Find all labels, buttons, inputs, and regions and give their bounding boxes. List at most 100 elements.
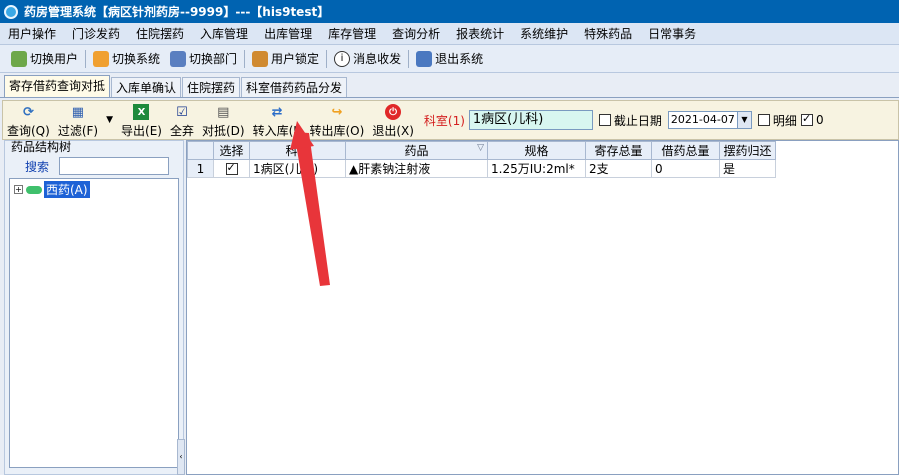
tab-bar: 寄存借药查询对抵 入库单确认 住院摆药 科室借药药品分发 bbox=[0, 75, 899, 98]
exit-label: 退出(X) bbox=[372, 124, 414, 138]
offset-button[interactable]: ▤ 对抵(D) bbox=[198, 101, 249, 139]
menu-outpatient[interactable]: 门诊发药 bbox=[64, 23, 128, 45]
panel-collapse-button[interactable]: ‹ bbox=[177, 439, 185, 475]
tree-search: 搜索 bbox=[5, 155, 183, 177]
divider bbox=[326, 49, 328, 68]
messages-button[interactable]: i 消息收发 bbox=[329, 47, 406, 71]
query-button[interactable]: ⟳ 查询(Q) bbox=[3, 101, 54, 139]
tab-inpatient-dispense[interactable]: 住院摆药 bbox=[182, 77, 241, 97]
tree-search-input[interactable] bbox=[59, 157, 169, 175]
col-borrow-total[interactable]: 借药总量 bbox=[651, 141, 720, 160]
excel-icon: X bbox=[133, 104, 150, 120]
dept-field[interactable]: 1病区(儿科) bbox=[468, 110, 593, 130]
tab-deposit-borrow-query[interactable]: 寄存借药查询对抵 bbox=[4, 75, 111, 97]
exit-door-icon bbox=[416, 50, 433, 67]
filter-dropdown[interactable]: ▼ bbox=[102, 101, 117, 139]
switch-user-button[interactable]: 切换用户 bbox=[6, 47, 83, 71]
menu-stock-in[interactable]: 入库管理 bbox=[192, 23, 256, 45]
messages-label: 消息收发 bbox=[353, 52, 402, 66]
col-spec[interactable]: 规格 bbox=[487, 141, 586, 160]
user-lock-icon bbox=[252, 50, 269, 67]
export-label: 导出(E) bbox=[121, 124, 162, 138]
power-icon: ⏻ bbox=[385, 104, 402, 120]
pill-icon bbox=[26, 185, 42, 194]
divider bbox=[85, 49, 87, 68]
tab-dept-borrow-distribute[interactable]: 科室借药药品分发 bbox=[241, 77, 348, 97]
cell-drug: ▲肝素钠注射液 bbox=[345, 159, 488, 178]
switch-system-icon bbox=[93, 50, 110, 67]
data-grid: 选择 科室 药品 规格 寄存总量 借药总量 摆药归还 1 1病区(儿科) ▲肝素… bbox=[186, 140, 899, 475]
menu-stock-out[interactable]: 出库管理 bbox=[256, 23, 320, 45]
detail-checkbox[interactable] bbox=[757, 114, 770, 126]
results-table: 选择 科室 药品 规格 寄存总量 借药总量 摆药归还 1 1病区(儿科) ▲肝素… bbox=[187, 141, 776, 178]
tab-stock-in-confirm[interactable]: 入库单确认 bbox=[111, 77, 182, 97]
query-label: 查询(Q) bbox=[7, 124, 50, 138]
select-all-label: 全弃 bbox=[169, 124, 194, 138]
search-label: 搜索 bbox=[25, 159, 50, 174]
row-select-checkbox[interactable] bbox=[225, 161, 238, 175]
to-stock-out-button[interactable]: ↪ 转出库(O) bbox=[306, 101, 369, 139]
offset-label: 对抵(D) bbox=[201, 124, 245, 138]
exit-button[interactable]: ⏻ 退出(X) bbox=[368, 101, 418, 139]
switch-dept-label: 切换部门 bbox=[189, 52, 238, 66]
col-select[interactable]: 选择 bbox=[213, 141, 250, 160]
document-icon: ▤ bbox=[217, 104, 230, 120]
filter-button[interactable]: ▦ 过滤(F) bbox=[54, 101, 102, 139]
switch-system-button[interactable]: 切换系统 bbox=[88, 47, 165, 71]
menu-user-ops[interactable]: 用户操作 bbox=[0, 23, 64, 45]
lock-user-button[interactable]: 用户锁定 bbox=[247, 47, 324, 71]
tree-node-western[interactable]: + 西药(A) bbox=[10, 179, 178, 200]
filter-label: 过滤(F) bbox=[57, 124, 99, 138]
menu-maintenance[interactable]: 系统维护 bbox=[512, 23, 576, 45]
zero-checkbox[interactable] bbox=[800, 112, 813, 126]
cutoff-date-checkbox[interactable] bbox=[598, 114, 611, 126]
dropdown-arrow-icon: ▼ bbox=[106, 115, 114, 125]
transfer-in-icon: ⇄ bbox=[271, 104, 283, 120]
menu-reports[interactable]: 报表统计 bbox=[448, 23, 512, 45]
to-stock-in-button[interactable]: ⇄ 转入库(I) bbox=[249, 101, 306, 139]
switch-dept-button[interactable]: 切换部门 bbox=[165, 47, 242, 71]
expand-icon[interactable]: + bbox=[14, 185, 23, 194]
menu-query[interactable]: 查询分析 bbox=[384, 23, 448, 45]
table-header-row: 选择 科室 药品 规格 寄存总量 借药总量 摆药归还 bbox=[187, 141, 776, 160]
to-stock-in-label: 转入库(I) bbox=[252, 124, 302, 138]
menu-special-drugs[interactable]: 特殊药品 bbox=[576, 23, 640, 45]
col-return[interactable]: 摆药归还 bbox=[719, 141, 776, 160]
title-bar: 药房管理系统【病区针剂药房--9999】---【his9test】 bbox=[0, 0, 899, 23]
window-title: 药房管理系统【病区针剂药房--9999】---【his9test】 bbox=[24, 5, 330, 19]
export-button[interactable]: X 导出(E) bbox=[117, 101, 166, 139]
row-number-header bbox=[187, 141, 214, 160]
system-toolbar: 切换用户 切换系统 切换部门 用户锁定 i 消息收发 退出系统 bbox=[0, 45, 899, 73]
to-stock-out-label: 转出库(O) bbox=[309, 124, 365, 138]
divider bbox=[244, 49, 246, 68]
table-row[interactable]: 1 1病区(儿科) ▲肝素钠注射液 1.25万IU:2ml* 2支 0 是 bbox=[187, 159, 776, 178]
info-icon: i bbox=[334, 50, 351, 67]
dept-label: 科室(1) bbox=[423, 113, 465, 128]
date-dropdown-button[interactable]: ▼ bbox=[737, 111, 752, 129]
lock-user-label: 用户锁定 bbox=[271, 52, 320, 66]
menu-daily[interactable]: 日常事务 bbox=[640, 23, 704, 45]
app-icon bbox=[4, 4, 18, 19]
menu-inventory[interactable]: 库存管理 bbox=[320, 23, 384, 45]
cutoff-date-input[interactable]: 2021-04-07 bbox=[667, 111, 738, 129]
panel-title: 药品结构树 bbox=[11, 140, 72, 154]
menu-inpatient[interactable]: 住院摆药 bbox=[128, 23, 192, 45]
users-icon bbox=[11, 50, 27, 67]
exit-system-button[interactable]: 退出系统 bbox=[411, 47, 488, 71]
col-dept[interactable]: 科室 bbox=[249, 141, 346, 160]
row-select-cell[interactable] bbox=[213, 159, 250, 178]
filter-icon: ▦ bbox=[71, 104, 85, 120]
row-number: 1 bbox=[187, 159, 214, 178]
cell-spec: 1.25万IU:2ml* bbox=[487, 159, 586, 178]
cutoff-date-label: 截止日期 bbox=[613, 113, 662, 128]
action-toolbar: ⟳ 查询(Q) ▦ 过滤(F) ▼ X 导出(E) ☑ 全弃 ▤ 对抵(D) ⇄… bbox=[2, 100, 899, 140]
col-deposit-total[interactable]: 寄存总量 bbox=[585, 141, 652, 160]
drug-tree: + 西药(A) bbox=[9, 178, 179, 468]
col-drug[interactable]: 药品 bbox=[345, 141, 488, 160]
cell-borrow-total: 0 bbox=[651, 159, 720, 178]
cell-deposit-total: 2支 bbox=[585, 159, 652, 178]
select-all-button[interactable]: ☑ 全弃 bbox=[166, 101, 198, 139]
checkbox-icon: ☑ bbox=[176, 104, 188, 120]
switch-system-label: 切换系统 bbox=[112, 52, 161, 66]
cell-dept: 1病区(儿科) bbox=[249, 159, 346, 178]
